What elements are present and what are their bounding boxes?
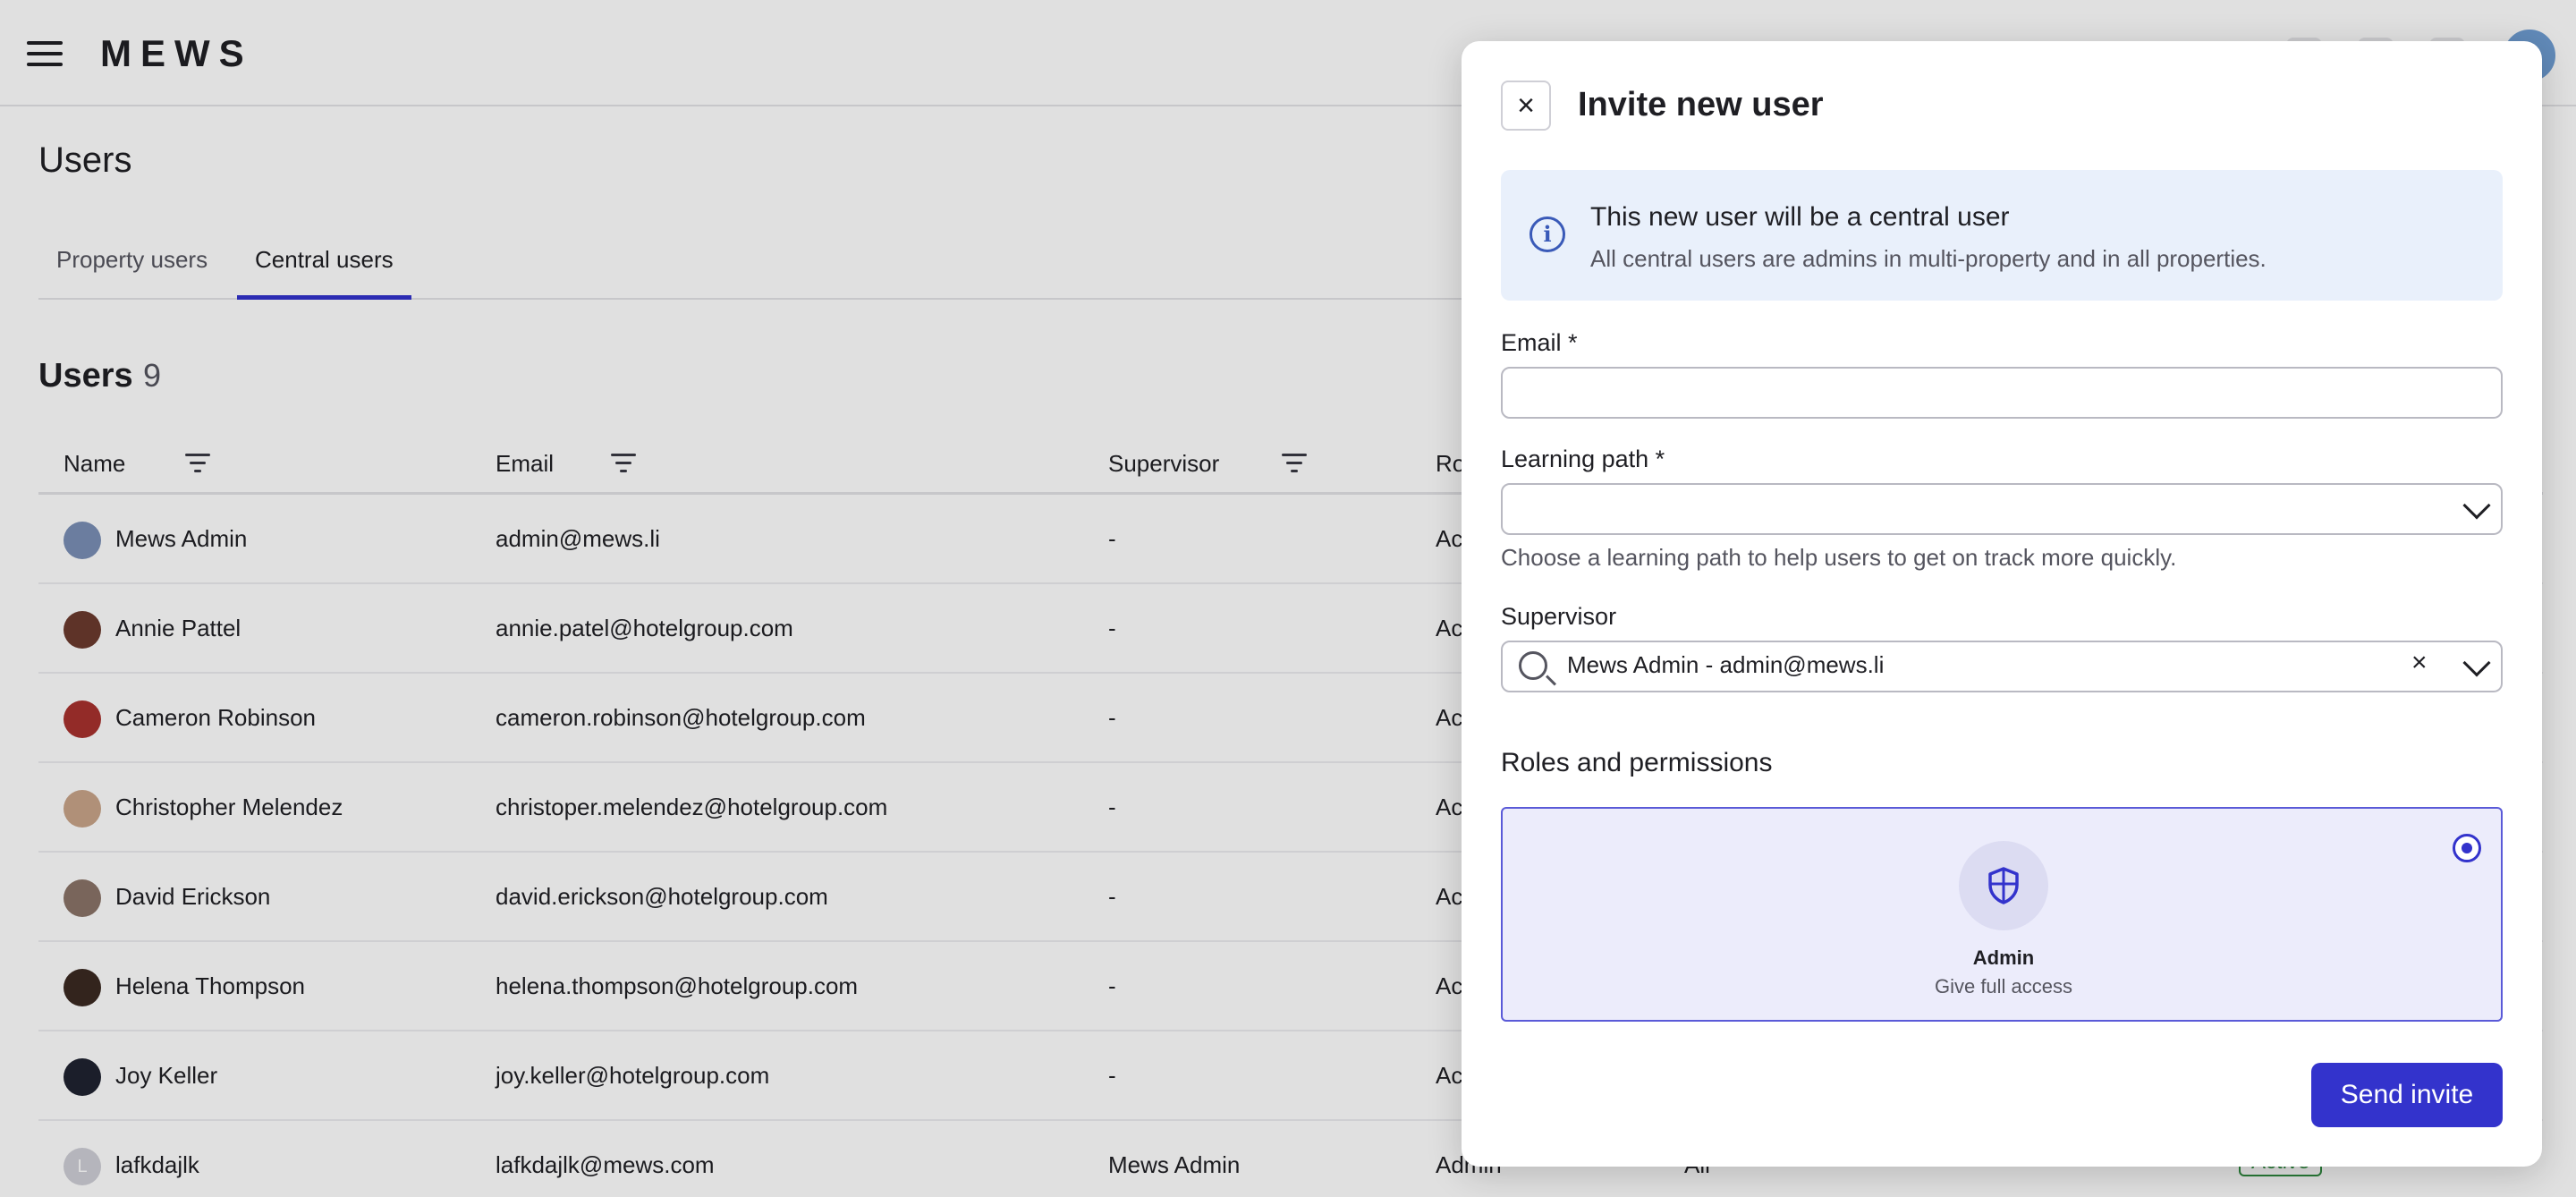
roles-title: Roles and permissions [1501, 748, 1773, 777]
search-icon [1519, 651, 1547, 680]
invite-user-dialog: × Invite new user i This new user will b… [1462, 41, 2542, 1167]
email-field[interactable] [1501, 367, 2503, 419]
learning-path-label: Learning path * [1501, 446, 1665, 472]
send-invite-button[interactable]: Send invite [2311, 1063, 2503, 1127]
clear-icon[interactable]: × [2411, 648, 2428, 678]
role-option-admin[interactable]: Admin Give full access [1501, 807, 2503, 1022]
shield-icon [1959, 841, 2048, 930]
role-description: Give full access [1934, 975, 2073, 998]
email-label: Email * [1501, 329, 1578, 356]
learning-path-select[interactable] [1501, 483, 2503, 535]
learning-path-helper: Choose a learning path to help users to … [1501, 544, 2177, 571]
supervisor-value: Mews Admin - admin@mews.li [1567, 651, 1885, 678]
role-radio[interactable] [2453, 834, 2481, 862]
info-icon: i [1530, 216, 1565, 252]
close-icon: × [1517, 88, 1535, 123]
info-text: All central users are admins in multi-pr… [1590, 245, 2267, 272]
close-button[interactable]: × [1501, 81, 1551, 131]
role-name: Admin [1972, 947, 2035, 969]
info-banner: i This new user will be a central user A… [1501, 170, 2503, 301]
dialog-title: Invite new user [1578, 86, 1824, 123]
app: MEWS Users Property users Central users … [0, 0, 2576, 1197]
supervisor-label: Supervisor [1501, 603, 1617, 630]
info-title: This new user will be a central user [1590, 202, 2010, 232]
